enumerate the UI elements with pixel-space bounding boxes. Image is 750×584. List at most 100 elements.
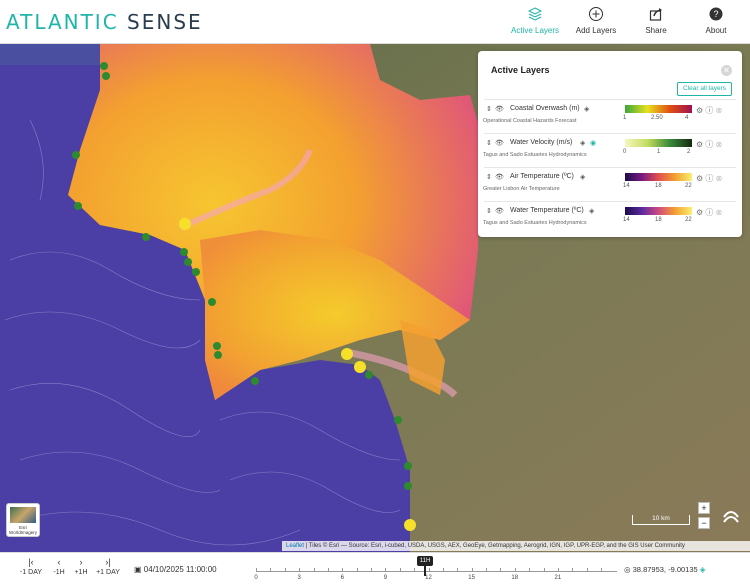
- timeline-tick: [270, 568, 272, 572]
- attribution-text: | Tiles © Esri — Source: Esri, i-cubed, …: [305, 543, 685, 549]
- plus-1-hour-button[interactable]: › +1H: [68, 557, 94, 576]
- add-circle-icon: [589, 7, 603, 21]
- diamond-icon[interactable]: ◈: [580, 173, 585, 181]
- layer-subtitle: Greater Lisbon Air Temperature: [483, 186, 560, 192]
- timeline-tick: [299, 568, 301, 572]
- legend-ticks: 14 18 22: [623, 217, 699, 225]
- info-icon[interactable]: ⓘ: [705, 106, 713, 115]
- drag-handle-icon[interactable]: ⇕: [486, 207, 492, 215]
- layer-row-air-temperature: ⇕ 👁 Air Temperature (ºC) ◈ Greater Lisbo…: [483, 167, 736, 197]
- leaflet-link[interactable]: Leaflet: [286, 543, 304, 549]
- timeline-tick: [543, 568, 545, 572]
- info-icon[interactable]: ⓘ: [705, 174, 713, 183]
- timeline-slider[interactable]: 11H 0 3 6 9 12 15 18 21: [254, 556, 619, 583]
- info-icon[interactable]: ⓘ: [705, 140, 713, 149]
- layers-icon: [527, 7, 543, 21]
- settings-icon[interactable]: ⚙: [696, 140, 703, 149]
- legend-tick: 2.50: [651, 115, 663, 121]
- legend-bar: [625, 105, 692, 113]
- timeline-label: 15: [468, 575, 475, 581]
- eye-icon[interactable]: 👁: [495, 173, 504, 181]
- date-picker[interactable]: ▣ 04/10/2025 11:00:00: [134, 565, 217, 574]
- diamond-icon[interactable]: ◈: [700, 565, 706, 574]
- nav-add-layers[interactable]: Add Layers: [566, 6, 626, 35]
- map-scale-bar: 10 km: [632, 515, 690, 525]
- legend-tick: 22: [685, 217, 692, 223]
- layer-subtitle: Operational Coastal Hazards Forecast: [483, 118, 577, 124]
- legend-tick: 18: [655, 183, 662, 189]
- remove-layer-icon[interactable]: ⊗: [716, 140, 723, 149]
- eye-icon[interactable]: 👁: [495, 105, 504, 113]
- eye-icon[interactable]: 👁: [495, 139, 504, 147]
- basemap-label: Esri WorldImagery: [9, 525, 37, 535]
- help-circle-icon: ?: [709, 7, 723, 21]
- nav-label: Add Layers: [575, 26, 617, 35]
- date-value: 04/10/2025 11:00:00: [143, 565, 217, 574]
- close-icon[interactable]: ✕: [721, 65, 732, 76]
- layer-row-coastal-overwash: ⇕ 👁 Coastal Overwash (m) ◈ Operational C…: [483, 99, 736, 129]
- drag-handle-icon[interactable]: ⇕: [486, 105, 492, 113]
- legend-bar: [625, 207, 692, 215]
- layer-name: Air Temperature (ºC): [510, 173, 574, 180]
- legend-tick: 22: [685, 183, 692, 189]
- timeline-tick: [601, 568, 602, 572]
- timeline-tick: [385, 568, 387, 572]
- cursor-coordinates: ◎ 38.87953, -9.00135 ◈: [624, 565, 706, 574]
- nav-about[interactable]: ? About: [686, 6, 746, 35]
- timeline-label: 18: [511, 575, 519, 581]
- basemap-switcher-button[interactable]: Esri WorldImagery: [6, 503, 40, 537]
- clear-all-layers-button[interactable]: Clear all layers: [677, 82, 732, 96]
- layer-subtitle: Tagus and Sado Estuaries Hydrodynamics: [483, 152, 587, 158]
- minus-1-day-button[interactable]: |‹ -1 DAY: [18, 557, 44, 576]
- zoom-in-button[interactable]: +: [698, 502, 710, 514]
- nav-share[interactable]: Share: [626, 6, 686, 35]
- timeline-tick: [586, 568, 588, 572]
- remove-layer-icon[interactable]: ⊗: [716, 208, 723, 217]
- timeline-label: 21: [554, 575, 562, 581]
- legend-ticks: 14 18 22: [623, 183, 699, 191]
- eye-icon[interactable]: 👁: [495, 207, 504, 215]
- timeline-tick: [486, 568, 487, 572]
- layer-name: Coastal Overwash (m): [510, 105, 580, 112]
- layer-actions: ⚙ ⓘ ⊗: [696, 173, 722, 184]
- drag-handle-icon[interactable]: ⇕: [486, 173, 492, 181]
- zoom-out-button[interactable]: −: [698, 517, 710, 529]
- time-controls-bar: |‹ -1 DAY ‹ -1H › +1H ›| +1 DAY ▣ 04/10/…: [0, 552, 750, 584]
- settings-icon[interactable]: ⚙: [696, 208, 703, 217]
- app-header: ATLANTIC SENSE Active Layers Add Layers …: [0, 0, 750, 44]
- legend-tick: 4: [685, 115, 689, 121]
- settings-icon[interactable]: ⚙: [696, 106, 703, 115]
- nav-active-layers[interactable]: Active Layers: [504, 6, 566, 35]
- timeline-tick: [414, 568, 416, 572]
- coords-value: 38.87953, -9.00135: [632, 565, 698, 574]
- top-nav: Active Layers Add Layers Share ? About: [504, 6, 746, 35]
- legend-ticks: 1 2.50 4: [623, 115, 699, 123]
- layer-actions: ⚙ ⓘ ⊗: [696, 139, 722, 150]
- nav-label: Share: [645, 26, 667, 35]
- layer-name: Water Temperature (ºC): [510, 207, 584, 214]
- plus-1-day-button[interactable]: ›| +1 DAY: [95, 557, 121, 576]
- timeline-track: [256, 571, 617, 572]
- diamond-icon[interactable]: ◈: [584, 105, 589, 113]
- diamond-icon[interactable]: ◈: [589, 207, 594, 215]
- timeline-tick: [327, 568, 329, 572]
- layer-subtitle: Tagus and Sado Estuaries Hydrodynamics: [483, 220, 587, 226]
- info-icon[interactable]: ⓘ: [705, 208, 713, 217]
- drag-handle-icon[interactable]: ⇕: [486, 139, 492, 147]
- skip-back-icon: |‹: [28, 557, 34, 567]
- legend-tick: 14: [623, 217, 630, 223]
- remove-layer-icon[interactable]: ⊗: [716, 106, 723, 115]
- timeline-tick: [284, 568, 286, 572]
- remove-layer-icon[interactable]: ⊗: [716, 174, 723, 183]
- legend-tick: 1: [657, 149, 661, 155]
- svg-text:?: ?: [713, 9, 718, 19]
- basemap-thumbnail: [10, 507, 36, 523]
- diamond-icon[interactable]: ◈: [580, 139, 585, 147]
- timeline-tick: [500, 568, 502, 572]
- timeline-tick: [457, 568, 459, 572]
- particle-flow-icon[interactable]: ◉: [590, 139, 596, 147]
- legend-tick: 14: [623, 183, 630, 189]
- share-icon: [649, 8, 662, 21]
- app-logo[interactable]: ATLANTIC SENSE: [6, 10, 203, 34]
- settings-icon[interactable]: ⚙: [696, 174, 703, 183]
